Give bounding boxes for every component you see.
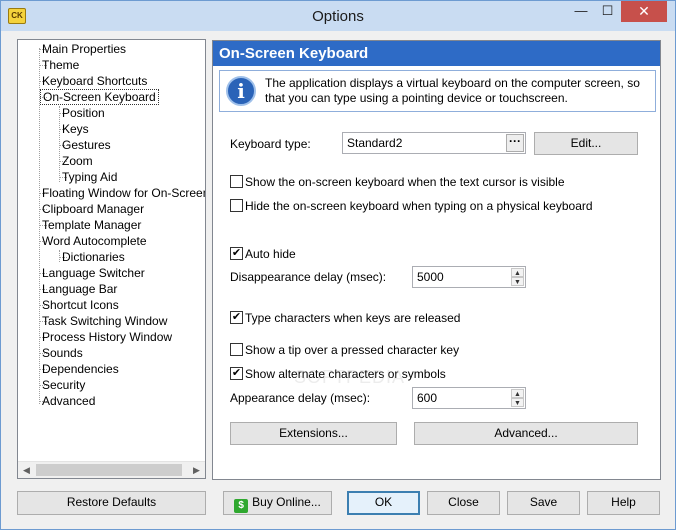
tree-item[interactable]: Keyboard Shortcuts (40, 73, 149, 89)
tree-item[interactable]: Process History Window (40, 329, 174, 345)
advanced-button[interactable]: Advanced... (414, 422, 638, 445)
tree-item[interactable]: Task Switching Window (40, 313, 169, 329)
close-button[interactable]: Close (427, 491, 500, 515)
hide-on-physical-checkbox[interactable] (230, 199, 243, 212)
scroll-thumb[interactable] (36, 464, 182, 476)
tree-item[interactable]: Sounds (40, 345, 85, 361)
keyboard-type-browse-button[interactable]: ··· (506, 134, 524, 152)
appearance-delay-input[interactable]: 600 ▲ ▼ (412, 387, 526, 409)
keyboard-type-label: Keyboard type: (230, 137, 311, 151)
tree-item[interactable]: Dictionaries (60, 249, 127, 265)
show-tip-label[interactable]: Show a tip over a pressed character key (245, 343, 459, 357)
edit-button[interactable]: Edit... (534, 132, 638, 155)
scroll-right-icon[interactable]: ▶ (188, 462, 205, 478)
save-button[interactable]: Save (507, 491, 580, 515)
tree-item[interactable]: Main Properties (40, 41, 128, 57)
dollar-icon: $ (234, 499, 249, 513)
hide-on-physical-label[interactable]: Hide the on-screen keyboard when typing … (245, 199, 593, 213)
title-bar[interactable]: CK Options — ☐ ✕ (1, 1, 675, 31)
tree-item[interactable]: Shortcut Icons (40, 297, 121, 313)
minimize-button[interactable]: — (568, 1, 594, 22)
buy-online-label: Buy Online... (252, 495, 321, 509)
show-on-cursor-label[interactable]: Show the on-screen keyboard when the tex… (245, 175, 565, 189)
type-on-release-checkbox[interactable]: ✔ (230, 311, 243, 324)
tree-item[interactable]: Typing Aid (60, 169, 119, 185)
spin-down-icon[interactable]: ▼ (511, 398, 524, 407)
options-tree[interactable]: Main Properties Theme Keyboard Shortcuts On… (17, 39, 206, 479)
extensions-button[interactable]: Extensions... (230, 422, 397, 445)
buy-online-button[interactable]: $ Buy Online... (223, 491, 332, 515)
disappearance-delay-input[interactable]: 5000 ▲ ▼ (412, 266, 526, 288)
info-text: The application displays a virtual keybo… (265, 76, 640, 105)
panel-title: On-Screen Keyboard (213, 41, 660, 66)
settings-panel: On-Screen Keyboard i The application dis… (212, 40, 661, 480)
tree-item[interactable]: Template Manager (40, 217, 143, 233)
auto-hide-checkbox[interactable]: ✔ (230, 247, 243, 260)
spin-down-icon[interactable]: ▼ (511, 277, 524, 286)
appearance-delay-spinner[interactable]: ▲ ▼ (511, 389, 524, 408)
tree-item[interactable]: Advanced (40, 393, 97, 409)
info-icon: i (226, 76, 256, 106)
tree-item[interactable]: On-Screen Keyboard (40, 89, 159, 105)
tree-item[interactable]: Zoom (60, 153, 95, 169)
keyboard-type-value: Standard2 (347, 136, 403, 150)
scroll-left-icon[interactable]: ◀ (18, 462, 35, 478)
tree-item[interactable]: Dependencies (40, 361, 121, 377)
tree-item[interactable]: Clipboard Manager (40, 201, 146, 217)
restore-defaults-button[interactable]: Restore Defaults (17, 491, 206, 515)
keyboard-type-field[interactable]: Standard2 ··· (342, 132, 526, 154)
tree-item[interactable]: Security (40, 377, 87, 393)
spin-up-icon[interactable]: ▲ (511, 268, 524, 277)
show-on-cursor-checkbox[interactable] (230, 175, 243, 188)
maximize-button[interactable]: ☐ (594, 1, 621, 22)
options-window: CK Options — ☐ ✕ Main Properties Theme Key… (0, 0, 676, 530)
close-window-button[interactable]: ✕ (621, 1, 667, 22)
watermark: SOFTPEDIA (294, 367, 406, 387)
disappearance-delay-label: Disappearance delay (msec): (230, 270, 387, 284)
disappearance-delay-spinner[interactable]: ▲ ▼ (511, 268, 524, 287)
ok-button[interactable]: OK (347, 491, 420, 515)
tree-item[interactable]: Gestures (60, 137, 113, 153)
tree-item[interactable]: Position (60, 105, 107, 121)
tree-item[interactable]: Theme (40, 57, 81, 73)
tree-item[interactable]: Language Bar (40, 281, 119, 297)
spin-up-icon[interactable]: ▲ (511, 389, 524, 398)
disappearance-delay-value: 5000 (417, 270, 444, 284)
help-button[interactable]: Help (587, 491, 660, 515)
type-on-release-label[interactable]: Type characters when keys are released (245, 311, 460, 325)
auto-hide-label[interactable]: Auto hide (245, 247, 296, 261)
appearance-delay-label: Appearance delay (msec): (230, 391, 371, 405)
appearance-delay-value: 600 (417, 391, 438, 405)
tree-item[interactable]: Language Switcher (40, 265, 147, 281)
info-box: i The application displays a virtual key… (219, 70, 656, 112)
tree-item[interactable]: Keys (60, 121, 91, 137)
tree-horizontal-scrollbar[interactable]: ◀ ▶ (18, 461, 205, 478)
show-tip-checkbox[interactable] (230, 343, 243, 356)
tree-item[interactable]: Word Autocomplete (40, 233, 149, 249)
tree-item[interactable]: Floating Window for On-Screen Keyboard (40, 185, 205, 201)
show-alternate-checkbox[interactable]: ✔ (230, 367, 243, 380)
